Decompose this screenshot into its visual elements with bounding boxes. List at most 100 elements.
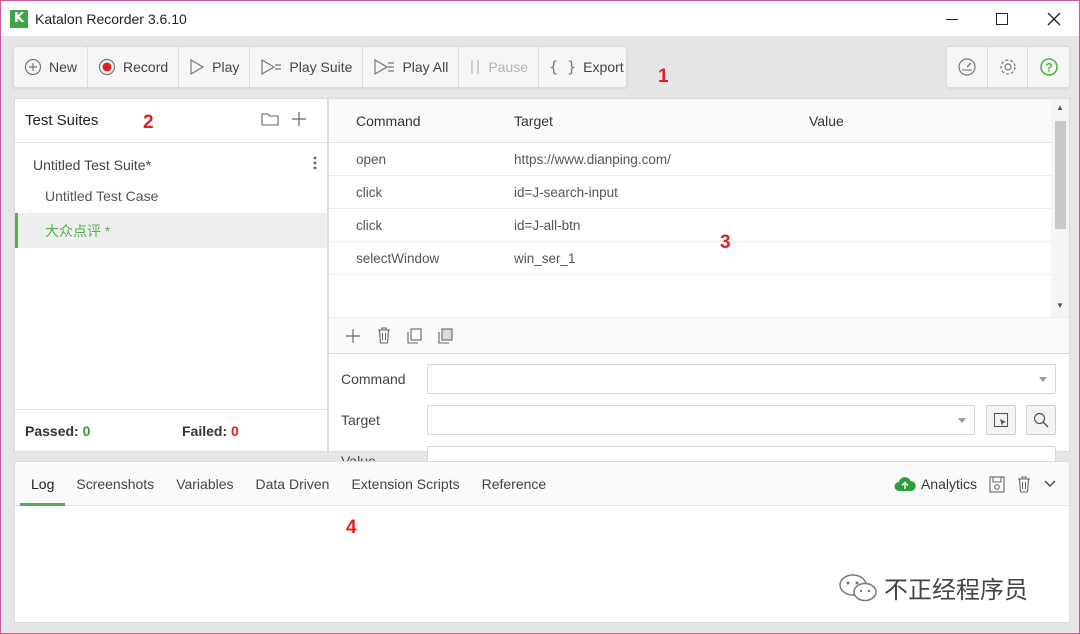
header-value: Value: [809, 112, 844, 129]
test-suites-header: Test Suites: [15, 99, 327, 143]
play-icon: [190, 58, 205, 76]
command-field-row: Command: [341, 364, 406, 394]
add-suite-icon[interactable]: [291, 111, 307, 127]
target-field-label: Target: [341, 412, 380, 428]
test-suites-title: Test Suites: [25, 112, 99, 129]
play-all-icon: [374, 58, 395, 76]
passed-stat: Passed: 0: [25, 423, 90, 439]
pause-label: Pause: [488, 59, 529, 75]
annotation-marker-2: 2: [143, 112, 154, 133]
svg-text:?: ?: [1045, 61, 1052, 75]
find-target-button[interactable]: [1026, 405, 1056, 435]
command-row[interactable]: click id=J-all-btn: [329, 209, 1051, 242]
play-suite-icon: [261, 58, 282, 76]
speed-icon: [958, 58, 976, 76]
target-cell: id=J-search-input: [514, 184, 618, 200]
chevron-down-icon: [958, 418, 966, 423]
clear-log-icon[interactable]: [1017, 475, 1031, 493]
trash-icon[interactable]: [377, 327, 391, 344]
command-cell: click: [356, 217, 383, 233]
add-command-icon[interactable]: [345, 328, 361, 344]
target-cell: win_ser_1: [514, 250, 576, 266]
new-label: New: [49, 59, 78, 75]
record-button[interactable]: Record: [88, 47, 180, 87]
analytics-label: Analytics: [920, 476, 977, 492]
command-actions-bar: [329, 317, 1069, 354]
test-suites-panel: Test Suites 2 Untitled Test Suite* Untit…: [14, 98, 328, 452]
passed-count: 0: [82, 422, 91, 439]
scroll-down-icon[interactable]: ▼: [1056, 301, 1064, 310]
gear-icon: [999, 59, 1016, 75]
folder-icon[interactable]: [261, 111, 279, 127]
test-case-item[interactable]: Untitled Test Case: [15, 178, 327, 213]
command-row[interactable]: open https://www.dianping.com/: [329, 143, 1051, 176]
play-suite-button[interactable]: Play Suite: [250, 47, 364, 87]
select-target-button[interactable]: [986, 405, 1016, 435]
watermark: 不正经程序员: [838, 570, 1028, 605]
target-cell: id=J-all-btn: [514, 217, 581, 233]
test-suite-name: Untitled Test Suite*: [33, 156, 152, 173]
test-suite-item[interactable]: Untitled Test Suite*: [15, 143, 327, 178]
tab-log[interactable]: Log: [20, 462, 66, 506]
tab-screenshots[interactable]: Screenshots: [65, 462, 165, 506]
command-row[interactable]: selectWindow win_ser_1: [329, 242, 1051, 275]
save-log-icon[interactable]: [989, 475, 1005, 493]
results-footer: Passed: 0 Failed: 0: [15, 409, 327, 451]
right-toolbar: ?: [946, 46, 1070, 88]
annotation-marker-3: 3: [720, 232, 731, 253]
test-case-item-active[interactable]: 大众点评 *: [15, 213, 327, 248]
command-field-label: Command: [341, 371, 406, 387]
play-button[interactable]: Play: [179, 47, 251, 87]
target-picker-icon: [993, 412, 1009, 428]
analytics-button[interactable]: Analytics: [894, 476, 977, 492]
target-select[interactable]: [427, 405, 975, 435]
play-all-label: Play All: [402, 59, 449, 75]
settings-button[interactable]: [988, 47, 1029, 87]
command-select[interactable]: [427, 364, 1056, 394]
export-label: Export: [583, 59, 624, 75]
command-row[interactable]: click id=J-search-input: [329, 176, 1051, 209]
target-cell: https://www.dianping.com/: [514, 151, 671, 167]
minimize-button[interactable]: [929, 1, 975, 37]
export-button[interactable]: { } Export: [539, 47, 634, 87]
record-icon: [98, 58, 116, 76]
tab-variables[interactable]: Variables: [165, 462, 244, 506]
failed-label: Failed:: [182, 422, 228, 439]
help-button[interactable]: ?: [1028, 47, 1069, 87]
passed-label: Passed:: [25, 422, 79, 439]
pause-button[interactable]: Pause: [459, 47, 540, 87]
log-panel-actions: Analytics: [894, 462, 1057, 506]
paste-icon[interactable]: [438, 327, 453, 344]
chevron-down-icon[interactable]: [1043, 479, 1057, 489]
command-table-header: Command Target Value: [329, 99, 1051, 143]
test-suites-actions: [261, 111, 307, 127]
speed-button[interactable]: [947, 47, 988, 87]
new-button[interactable]: New: [14, 47, 89, 87]
app-body: New Record Play Play Suite Play All Paus…: [0, 36, 1080, 634]
maximize-icon: [996, 13, 1008, 25]
play-all-button[interactable]: Play All: [363, 47, 460, 87]
command-cell: selectWindow: [356, 250, 440, 266]
close-button[interactable]: [1031, 1, 1077, 37]
command-cell: open: [356, 151, 387, 167]
copy-icon[interactable]: [407, 327, 422, 344]
katalon-logo-icon: K: [10, 9, 28, 28]
tab-extension-scripts[interactable]: Extension Scripts: [340, 462, 470, 506]
tab-data-driven[interactable]: Data Driven: [245, 462, 341, 506]
tab-reference[interactable]: Reference: [471, 462, 558, 506]
target-field-row: Target: [341, 405, 380, 435]
record-label: Record: [123, 59, 169, 75]
annotation-marker-1: 1: [658, 66, 669, 87]
scrollbar-thumb[interactable]: [1055, 121, 1066, 229]
commands-panel: Command Target Value open https://www.di…: [328, 98, 1070, 476]
play-label: Play: [212, 59, 240, 75]
pause-icon: [471, 60, 480, 74]
help-icon: ?: [1039, 58, 1058, 76]
header-target: Target: [514, 112, 553, 129]
command-cell: click: [356, 184, 383, 200]
kebab-menu-icon[interactable]: [313, 155, 317, 171]
title-bar: K Katalon Recorder 3.6.10: [0, 0, 1080, 36]
maximize-button[interactable]: [979, 1, 1025, 37]
command-table-scrollbar[interactable]: ▲ ▼: [1051, 99, 1069, 317]
scroll-up-icon[interactable]: ▲: [1056, 103, 1064, 112]
